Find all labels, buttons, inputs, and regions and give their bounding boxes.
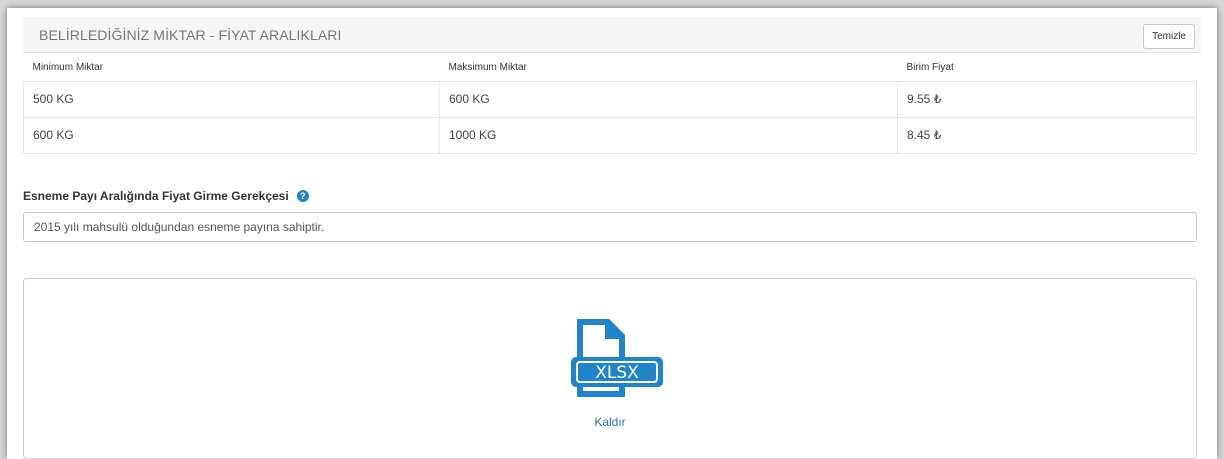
table-row: 600 KG 1000 KG 8.45 ₺ [23, 117, 1197, 154]
reason-label-text: Esneme Payı Aralığında Fiyat Girme Gerek… [23, 189, 289, 203]
max-quantity-cell: 600 KG [439, 81, 898, 118]
column-header-max-quantity: Maksimum Miktar [439, 55, 898, 82]
file-type-label: XLSX [595, 363, 639, 383]
reason-input[interactable] [23, 212, 1197, 242]
question-circle-icon[interactable]: ? [296, 190, 309, 202]
remove-file-link[interactable]: Kaldır [24, 415, 1196, 429]
file-upload-area: XLSX Kaldır [23, 278, 1197, 459]
reason-label: Esneme Payı Aralığında Fiyat Girme Gerek… [23, 189, 309, 203]
unit-price-cell: 8.45 ₺ [897, 117, 1197, 154]
price-ranges-panel: BELİRLEDİĞİNİZ MİKTAR - FİYAT ARALIKLARI… [7, 8, 1217, 459]
table-header-row: Minimum Miktar Maksimum Miktar Birim Fiy… [23, 55, 1197, 82]
panel-title: BELİRLEDİĞİNİZ MİKTAR - FİYAT ARALIKLARI [39, 27, 342, 43]
price-range-table: Minimum Miktar Maksimum Miktar Birim Fiy… [23, 55, 1197, 154]
unit-price-cell: 9.55 ₺ [897, 81, 1197, 118]
clear-button[interactable]: Temizle [1143, 24, 1195, 49]
max-quantity-cell: 1000 KG [439, 117, 898, 154]
xlsx-file-icon: XLSX [571, 319, 663, 397]
min-quantity-cell: 500 KG [23, 81, 440, 118]
table-row: 500 KG 600 KG 9.55 ₺ [23, 81, 1197, 118]
min-quantity-cell: 600 KG [23, 117, 440, 154]
column-header-unit-price: Birim Fiyat [897, 55, 1197, 82]
panel-header: BELİRLEDİĞİNİZ MİKTAR - FİYAT ARALIKLARI… [23, 17, 1201, 53]
column-header-min-quantity: Minimum Miktar [23, 55, 440, 82]
